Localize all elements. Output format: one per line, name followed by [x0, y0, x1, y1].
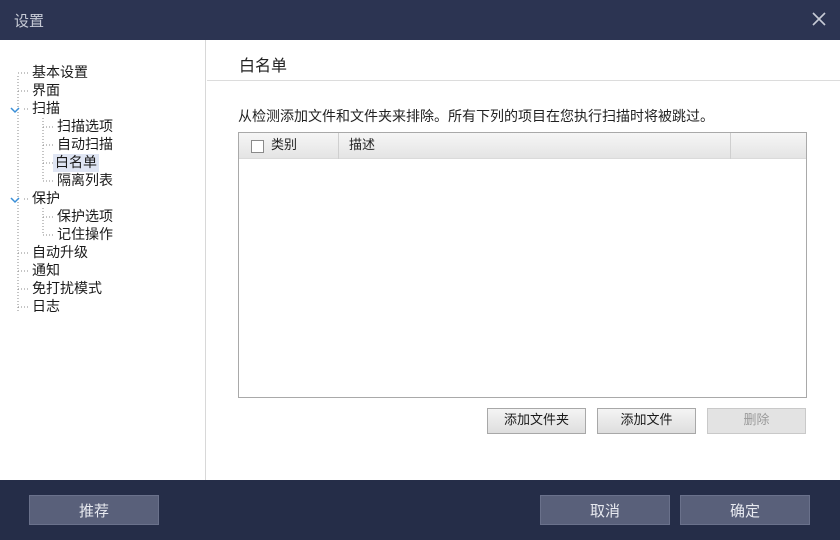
- settings-tree: 基本设置 界面 扫描 扫描选项 自动扫描 白名单 隔离列表 保护 保护选项 记住…: [0, 40, 206, 480]
- whitelist-table[interactable]: 类别 描述: [238, 132, 807, 398]
- column-header-description-label: 描述: [349, 138, 376, 153]
- sidebar-item-auto-scan[interactable]: 自动扫描: [55, 136, 115, 154]
- sidebar-item-logs[interactable]: 日志: [30, 298, 62, 316]
- add-folder-button[interactable]: 添加文件夹: [487, 408, 586, 434]
- content-area: 基本设置 界面 扫描 扫描选项 自动扫描 白名单 隔离列表 保护 保护选项 记住…: [0, 40, 840, 480]
- chevron-down-icon[interactable]: [10, 195, 20, 205]
- settings-sidebar: 基本设置 界面 扫描 扫描选项 自动扫描 白名单 隔离列表 保护 保护选项 记住…: [0, 40, 206, 480]
- close-button[interactable]: [806, 6, 832, 32]
- window-title: 设置: [14, 12, 45, 30]
- delete-button[interactable]: 删除: [707, 408, 806, 434]
- table-body: [239, 159, 806, 397]
- sidebar-item-basic-settings[interactable]: 基本设置: [30, 64, 90, 82]
- description-text: 从检测添加文件和文件夹来排除。所有下列的项目在您执行扫描时将被跳过。: [238, 109, 714, 125]
- sidebar-item-remember-actions[interactable]: 记住操作: [55, 226, 115, 244]
- column-header-description[interactable]: 描述: [339, 133, 731, 159]
- table-header: 类别 描述: [239, 133, 806, 159]
- sidebar-item-protection-options[interactable]: 保护选项: [55, 208, 115, 226]
- sidebar-item-scan-options[interactable]: 扫描选项: [55, 118, 115, 136]
- column-header-category[interactable]: 类别: [239, 133, 339, 159]
- sidebar-item-interface[interactable]: 界面: [30, 82, 62, 100]
- add-file-button[interactable]: 添加文件: [597, 408, 696, 434]
- sidebar-item-auto-update[interactable]: 自动升级: [30, 244, 90, 262]
- sidebar-item-quarantine[interactable]: 隔离列表: [55, 172, 115, 190]
- select-all-checkbox[interactable]: [251, 140, 264, 153]
- recommend-button[interactable]: 推荐: [29, 495, 159, 525]
- close-icon: [812, 12, 826, 26]
- chevron-down-icon[interactable]: [10, 105, 20, 115]
- footer-bar: 推荐 取消 确定: [0, 480, 840, 540]
- page-title: 白名单: [239, 56, 288, 75]
- column-header-category-label: 类别: [271, 138, 298, 153]
- title-divider: [207, 80, 840, 81]
- main-panel: 白名单 从检测添加文件和文件夹来排除。所有下列的项目在您执行扫描时将被跳过。 类…: [207, 40, 840, 480]
- sidebar-item-notifications[interactable]: 通知: [30, 262, 62, 280]
- cancel-button[interactable]: 取消: [540, 495, 670, 525]
- sidebar-item-whitelist[interactable]: 白名单: [53, 154, 99, 172]
- sidebar-item-scan[interactable]: 扫描: [30, 100, 62, 118]
- title-bar: 设置: [0, 0, 840, 40]
- sidebar-item-do-not-disturb[interactable]: 免打扰模式: [30, 280, 104, 298]
- ok-button[interactable]: 确定: [680, 495, 810, 525]
- sidebar-item-protection[interactable]: 保护: [30, 190, 62, 208]
